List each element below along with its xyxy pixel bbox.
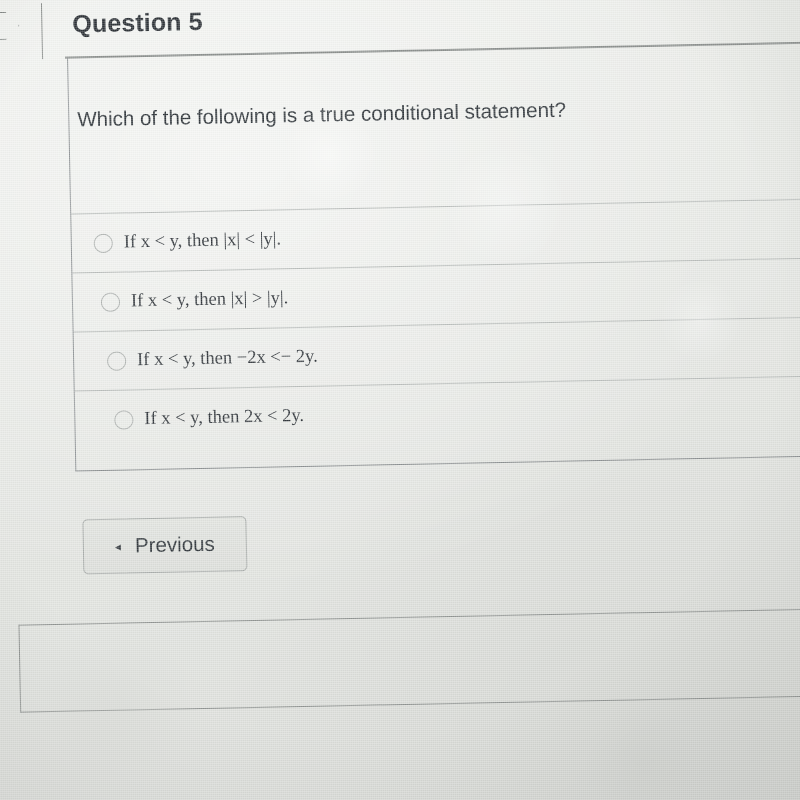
question-prompt: Which of the following is a true conditi… [77, 98, 567, 132]
radio-unchecked-icon[interactable] [114, 409, 134, 430]
previous-button[interactable]: ◂ Previous [82, 516, 248, 575]
arrow-tab-icon [0, 12, 20, 41]
left-vertical-rule [40, 3, 44, 60]
footer-panel [18, 608, 800, 713]
question-card: Which of the following is a true conditi… [67, 43, 800, 472]
radio-unchecked-icon[interactable] [100, 292, 121, 312]
page-title: Question 5 [72, 7, 203, 39]
answer-option-b-label: If x < y, then |x| > |y|. [130, 287, 289, 311]
radio-unchecked-icon[interactable] [106, 350, 127, 371]
answer-option-d-label: If x < y, then 2x < 2y. [144, 405, 305, 429]
answer-options-list: If x < y, then |x| < |y|. If x < y, then… [71, 198, 800, 450]
previous-button-label: Previous [134, 532, 215, 557]
answer-option-c-label: If x < y, then −2x <− 2y. [136, 346, 318, 370]
radio-unchecked-icon[interactable] [93, 233, 113, 253]
answer-option-a-label: If x < y, then |x| < |y|. [123, 228, 282, 253]
photographed-screen: Question 5 Which of the following is a t… [0, 0, 800, 800]
caret-left-icon: ◂ [114, 539, 122, 554]
